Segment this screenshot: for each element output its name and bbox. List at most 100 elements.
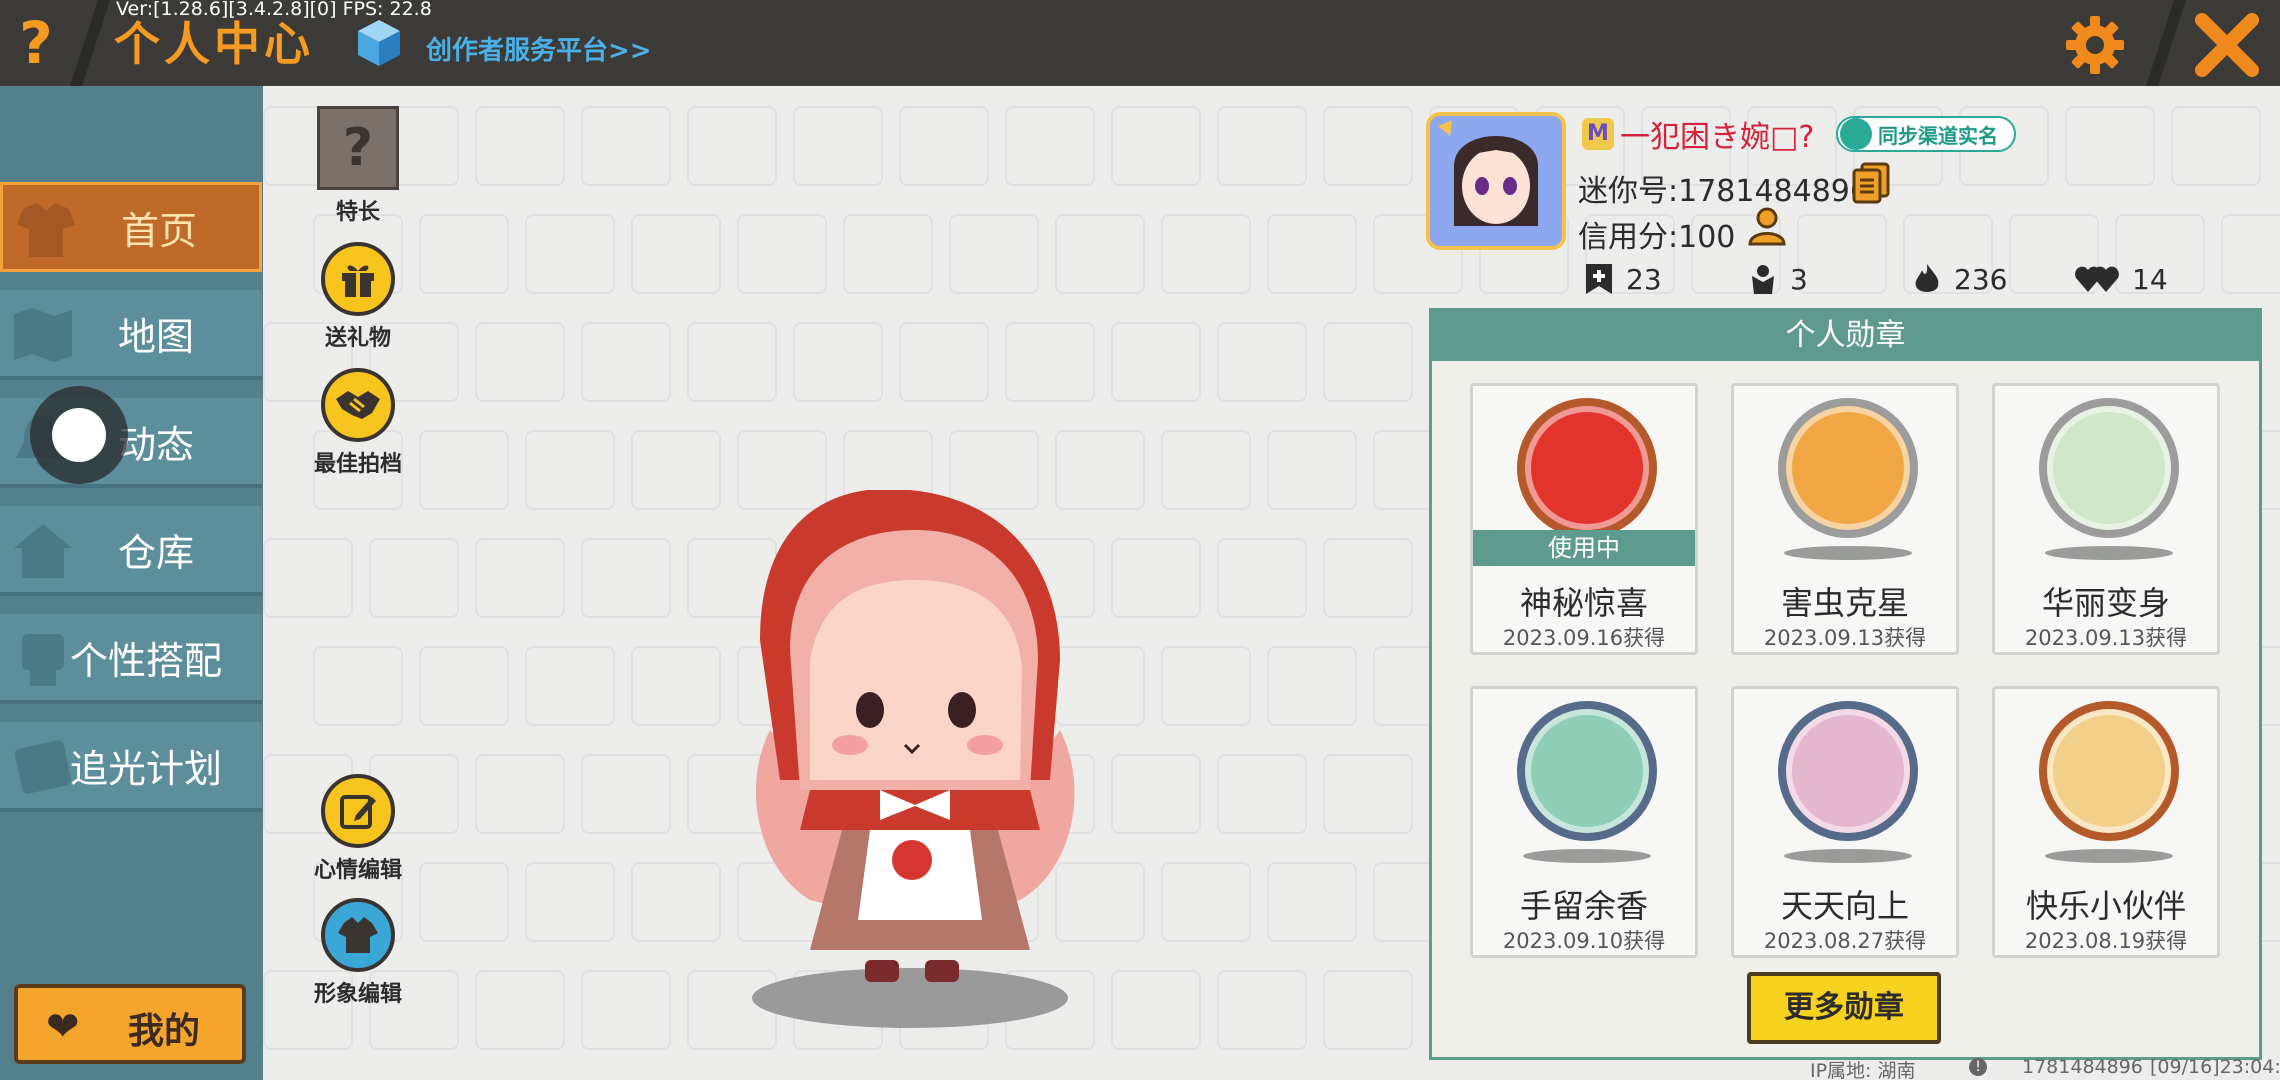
copy-icon[interactable] xyxy=(1852,162,1892,204)
sync-real-name-label: 同步渠道实名 xyxy=(1878,123,1998,148)
look-edit-label: 形象编辑 xyxy=(313,982,402,1007)
pattern-tile xyxy=(1055,214,1145,294)
pattern-tile xyxy=(581,106,671,186)
pattern-tile xyxy=(899,322,989,402)
stat-value: 236 xyxy=(1954,262,2008,296)
mine-label: 我的 xyxy=(128,1011,201,1052)
stat-value: 3 xyxy=(1790,262,1808,296)
best-partner-label: 最佳拍档 xyxy=(313,452,402,477)
medal-shadow xyxy=(2045,546,2173,560)
pattern-tile xyxy=(1217,970,1307,1050)
outfit-icon xyxy=(321,898,395,972)
pattern-tile xyxy=(1323,322,1413,402)
more-medals-button[interactable]: 更多勋章 xyxy=(1747,972,1941,1044)
medal-card[interactable]: 天天向上 2023.08.27获得 xyxy=(1731,686,1959,958)
pattern-tile xyxy=(525,214,615,294)
pattern-tile xyxy=(1267,214,1357,294)
medal-icon xyxy=(1778,701,1918,841)
bookmark-plus-icon xyxy=(1586,264,1612,294)
medal-panel: 个人勋章 使用中 神秘惊喜 2023.09.16获得 害虫克星 2023.09.13获得… xyxy=(1429,308,2262,1060)
creator-platform-link[interactable]: 创作者服务平台>> xyxy=(426,30,652,67)
medal-card[interactable]: 手留余香 2023.09.10获得 xyxy=(1470,686,1698,958)
pattern-tile xyxy=(793,322,883,402)
pattern-tile xyxy=(1161,862,1251,942)
pattern-tile xyxy=(1267,430,1357,510)
mood-edit-label: 心情编辑 xyxy=(313,858,402,883)
sidebar-item-chase-light[interactable]: 追光计划 xyxy=(0,722,262,812)
pattern-tile xyxy=(1005,322,1095,402)
specialty-button[interactable]: ? 特长 xyxy=(298,106,418,226)
pattern-tile xyxy=(1323,754,1413,834)
stat-likes: 23 xyxy=(1582,262,1662,296)
pattern-tile xyxy=(1005,106,1095,186)
divider xyxy=(70,0,110,86)
sidebar-item-home[interactable]: 首页 xyxy=(0,182,262,272)
avatar[interactable] xyxy=(1426,112,1566,250)
pattern-tile xyxy=(2221,214,2280,294)
sidebar-item-warehouse[interactable]: 仓库 xyxy=(0,506,262,596)
mine-button[interactable]: ❤ 我的 xyxy=(14,984,246,1064)
pattern-tile xyxy=(475,970,565,1050)
pattern-tile xyxy=(525,646,615,726)
pattern-tile xyxy=(1323,538,1413,618)
vip-m-icon: M xyxy=(1582,118,1614,150)
mood-edit-button[interactable]: 心情编辑 xyxy=(298,774,418,884)
gear-icon[interactable] xyxy=(2064,14,2126,76)
help-button[interactable]: ? xyxy=(0,0,72,86)
flame-icon xyxy=(1915,264,1939,292)
medal-name: 手留余香 xyxy=(1519,887,1648,925)
info-icon[interactable]: ! xyxy=(1969,1058,1987,1076)
pattern-tile xyxy=(843,214,933,294)
medal-card[interactable]: 快乐小伙伴 2023.08.19获得 xyxy=(1992,686,2220,958)
look-edit-button[interactable]: 形象编辑 xyxy=(298,898,418,1008)
trophy-person-icon xyxy=(1752,265,1774,294)
pattern-tile xyxy=(1217,106,1307,186)
medal-shadow xyxy=(1784,546,1912,560)
medal-panel-header: 个人勋章 xyxy=(1432,311,2259,361)
medal-card[interactable]: 害虫克星 2023.09.13获得 xyxy=(1731,383,1959,655)
pattern-tile xyxy=(475,538,565,618)
medal-icon xyxy=(2039,398,2179,538)
pattern-tile xyxy=(737,214,827,294)
edit-icon xyxy=(321,774,395,848)
footer-id: 1781484896 xyxy=(2022,1056,2143,1078)
help-icon: ? xyxy=(19,9,53,77)
pattern-tile xyxy=(475,322,565,402)
close-icon[interactable] xyxy=(2190,8,2264,82)
ip-location: IP属地: 湖南 xyxy=(1810,1060,1916,1080)
in-use-badge: 使用中 xyxy=(1473,530,1695,566)
hearts-icon xyxy=(2075,266,2119,292)
sidebar-item-map[interactable]: 地图 xyxy=(0,290,262,380)
sync-real-name-button[interactable]: 同步渠道实名 xyxy=(1836,116,2016,152)
player-character-image[interactable] xyxy=(700,490,1140,1050)
nickname: 一犯困き婉□? xyxy=(1620,120,1815,155)
pattern-tile xyxy=(581,538,671,618)
nickname-row: M 一犯困き婉□? xyxy=(1582,114,1815,155)
pattern-tile xyxy=(581,322,671,402)
send-gift-label: 送礼物 xyxy=(324,326,391,351)
medal-name: 神秘惊喜 xyxy=(1519,584,1648,622)
medal-card[interactable]: 华丽变身 2023.09.13获得 xyxy=(1992,383,2220,655)
best-partner-button[interactable]: 最佳拍档 xyxy=(298,368,418,478)
pattern-tile xyxy=(2065,106,2155,186)
sidebar-item-outfit[interactable]: 个性搭配 xyxy=(0,614,262,704)
pattern-tile xyxy=(687,106,777,186)
person-icon xyxy=(1840,118,1872,150)
pattern-tile xyxy=(1161,214,1251,294)
medal-icon xyxy=(2039,701,2179,841)
pattern-tile xyxy=(1161,430,1251,510)
pattern-tile xyxy=(2171,106,2261,186)
stat-value: 14 xyxy=(2132,262,2168,296)
pattern-tile xyxy=(369,538,459,618)
pattern-tile xyxy=(1217,538,1307,618)
stat-value: 23 xyxy=(1626,262,1662,296)
stat-flame: 236 xyxy=(1910,262,2007,296)
credit-score: 信用分:100 xyxy=(1578,220,1736,255)
credit-person-icon[interactable] xyxy=(1746,206,1788,248)
pattern-tile xyxy=(1217,754,1307,834)
floating-assistive-ball[interactable] xyxy=(30,386,128,484)
medal-name: 天天向上 xyxy=(1780,887,1909,925)
medal-icon xyxy=(1517,701,1657,841)
medal-card[interactable]: 使用中 神秘惊喜 2023.09.16获得 xyxy=(1470,383,1698,655)
send-gift-button[interactable]: 送礼物 xyxy=(298,242,418,352)
